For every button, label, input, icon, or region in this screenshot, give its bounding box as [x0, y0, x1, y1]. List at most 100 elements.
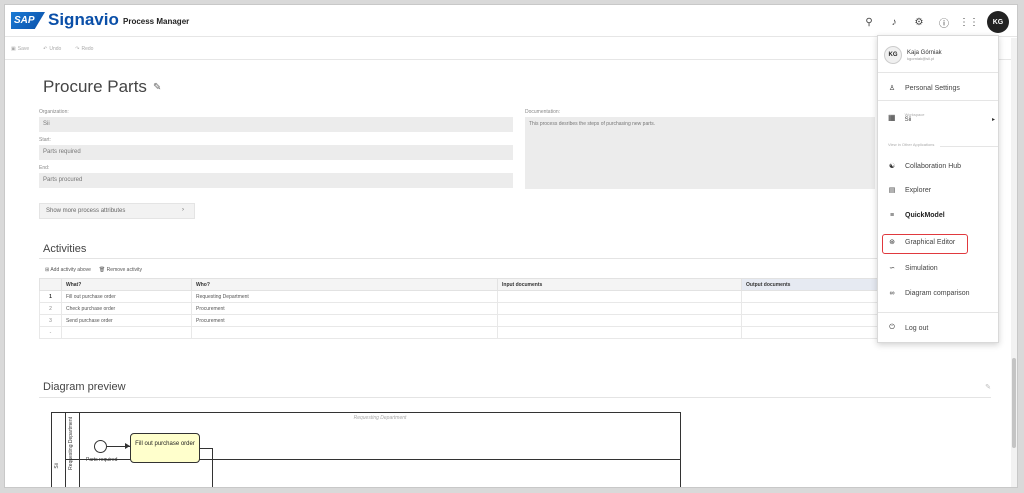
what-cell[interactable]: [61, 326, 192, 339]
input-cell[interactable]: [497, 302, 742, 315]
menu-item-personal-settings[interactable]: ♙ Personal Settings: [888, 84, 960, 93]
row-number: 2: [39, 302, 62, 315]
activities-toolbar: ⊞ Add activity above 🗑 Remove activity: [45, 267, 142, 273]
show-more-attributes-button[interactable]: Show more process attributes ›: [39, 203, 195, 219]
menu-divider: [878, 312, 998, 313]
sequence-flow-down: [212, 448, 213, 487]
workspace-value: Sii: [904, 117, 912, 123]
header-icons: ⚲ ♪ ⚙ ⓘ ⋮⋮ KG: [862, 11, 1009, 33]
diagram-divider: [39, 397, 991, 398]
redo-button[interactable]: ↷ Redo: [75, 46, 93, 52]
other-apps-label: View in Other Applications: [888, 142, 935, 147]
editor-toolbar: ▣ Save ↶ Undo ↷ Redo: [5, 38, 1017, 60]
compare-icon: ∞: [889, 290, 895, 297]
activities-table: What? Who? Input documents Output docume…: [39, 278, 991, 339]
power-icon: ⏻: [889, 324, 895, 331]
menu-divider: [940, 146, 998, 147]
end-label: End:: [39, 165, 50, 171]
lane-label: Requesting Department: [66, 413, 80, 487]
diagram-preview[interactable]: Sii Requesting Department Requesting Dep…: [51, 412, 681, 487]
table-row[interactable]: 3 Send purchase order Procurement: [39, 314, 991, 327]
start-field[interactable]: Parts required: [39, 145, 513, 160]
menu-item-explorer[interactable]: ▤ Explorer: [888, 186, 931, 195]
num-header: [39, 278, 62, 291]
who-header: Who?: [191, 278, 498, 291]
menu-user-info: KG Kaja Górniak kgorniak@sii.pl: [884, 46, 942, 64]
quickmodel-icon: ≡: [889, 212, 895, 219]
organization-field[interactable]: Sii: [39, 117, 513, 132]
app-header: SAP Signavio Process Manager ⚲ ♪ ⚙ ⓘ ⋮⋮ …: [5, 5, 1017, 37]
edit-pencil-icon[interactable]: ✎: [153, 82, 161, 93]
menu-item-collaboration-hub[interactable]: ☯ Collaboration Hub: [888, 162, 961, 171]
pool-label: Sii: [52, 413, 66, 487]
row-number: 3: [39, 314, 62, 327]
people-icon: ☯: [888, 163, 896, 170]
task-fill-out-purchase-order[interactable]: Fill out purchase order: [130, 433, 200, 463]
apps-grid-icon[interactable]: ⋮⋮: [959, 15, 979, 29]
menu-item-logout[interactable]: ⏻ Log out: [888, 324, 928, 332]
page-title: Procure Parts: [43, 77, 147, 96]
input-cell[interactable]: [497, 326, 742, 339]
add-activity-above-button[interactable]: ⊞ Add activity above: [45, 267, 91, 273]
undo-button[interactable]: ↶ Undo: [43, 46, 61, 52]
vertical-scrollbar[interactable]: [1011, 38, 1017, 487]
table-row[interactable]: 2 Check purchase order Procurement: [39, 302, 991, 315]
who-cell[interactable]: Procurement: [191, 302, 498, 315]
app-name: Process Manager: [123, 17, 190, 26]
who-cell[interactable]: [191, 326, 498, 339]
input-docs-header: Input documents: [497, 278, 742, 291]
menu-item-workspace[interactable]: ▦ Workspace Sii: [888, 112, 925, 123]
app-window: SAP Signavio Process Manager ⚲ ♪ ⚙ ⓘ ⋮⋮ …: [4, 4, 1018, 488]
who-cell[interactable]: Procurement: [191, 314, 498, 327]
sap-logo: SAP: [11, 12, 45, 29]
user-email: kgorniak@sii.pl: [907, 55, 935, 61]
brand-name: Signavio: [48, 10, 119, 29]
chart-icon: ∽: [889, 265, 895, 272]
start-event[interactable]: [94, 440, 107, 453]
remove-activity-button[interactable]: 🗑 Remove activity: [99, 267, 142, 273]
what-cell[interactable]: Check purchase order: [61, 302, 192, 315]
menu-item-quickmodel[interactable]: ≡ QuickModel: [888, 212, 945, 219]
show-more-label: Show more process attributes: [46, 208, 126, 214]
documentation-field[interactable]: This process desribes the steps of purch…: [525, 117, 875, 189]
scrollbar-thumb[interactable]: [1012, 358, 1016, 448]
bell-icon[interactable]: ♪: [887, 15, 901, 29]
documentation-label: Documentation:: [525, 109, 561, 115]
end-field[interactable]: Parts procured: [39, 173, 513, 188]
trash-icon: 🗑: [98, 267, 106, 273]
save-icon: ▣: [11, 45, 16, 52]
who-cell[interactable]: Requesting Department: [191, 290, 498, 303]
what-cell[interactable]: Send purchase order: [61, 314, 192, 327]
person-icon: ♙: [888, 85, 896, 92]
feedback-icon[interactable]: ⚙: [912, 15, 926, 29]
building-icon: ▦: [888, 113, 896, 122]
chevron-right-icon: ›: [182, 207, 184, 213]
what-cell[interactable]: Fill out purchase order: [61, 290, 192, 303]
start-event-label: Parts required: [86, 457, 118, 463]
save-button[interactable]: ▣ Save: [11, 46, 29, 52]
row-number: -: [39, 326, 62, 339]
table-row[interactable]: -: [39, 326, 991, 339]
menu-item-graphical-editor[interactable]: ⊛ Graphical Editor: [888, 238, 955, 247]
menu-item-simulation[interactable]: ∽ Simulation: [888, 264, 938, 273]
table-row[interactable]: 1 Fill out purchase order Requesting Dep…: [39, 290, 991, 303]
search-icon[interactable]: ⚲: [862, 15, 876, 29]
add-icon: ⊞: [45, 267, 50, 273]
user-avatar[interactable]: KG: [987, 11, 1009, 33]
caret-right-icon: ▸: [992, 117, 996, 123]
help-icon[interactable]: ⓘ: [937, 15, 951, 30]
pin-icon[interactable]: ✎: [985, 383, 991, 391]
what-header: What?: [61, 278, 192, 291]
title-row: Procure Parts ✎: [43, 77, 161, 97]
user-menu: KG Kaja Górniak kgorniak@sii.pl ♙ Person…: [877, 35, 999, 343]
input-cell[interactable]: [497, 290, 742, 303]
activities-divider: [39, 258, 991, 259]
user-name: Kaja Górniak: [907, 49, 942, 56]
menu-item-diagram-comparison[interactable]: ∞ Diagram comparison: [888, 290, 970, 297]
diagram-preview-title: Diagram preview: [43, 381, 126, 393]
input-cell[interactable]: [497, 314, 742, 327]
menu-divider: [878, 72, 998, 73]
lane-header: Requesting Department: [353, 415, 407, 421]
start-label: Start:: [39, 137, 51, 143]
sequence-flow-out: [200, 448, 212, 449]
